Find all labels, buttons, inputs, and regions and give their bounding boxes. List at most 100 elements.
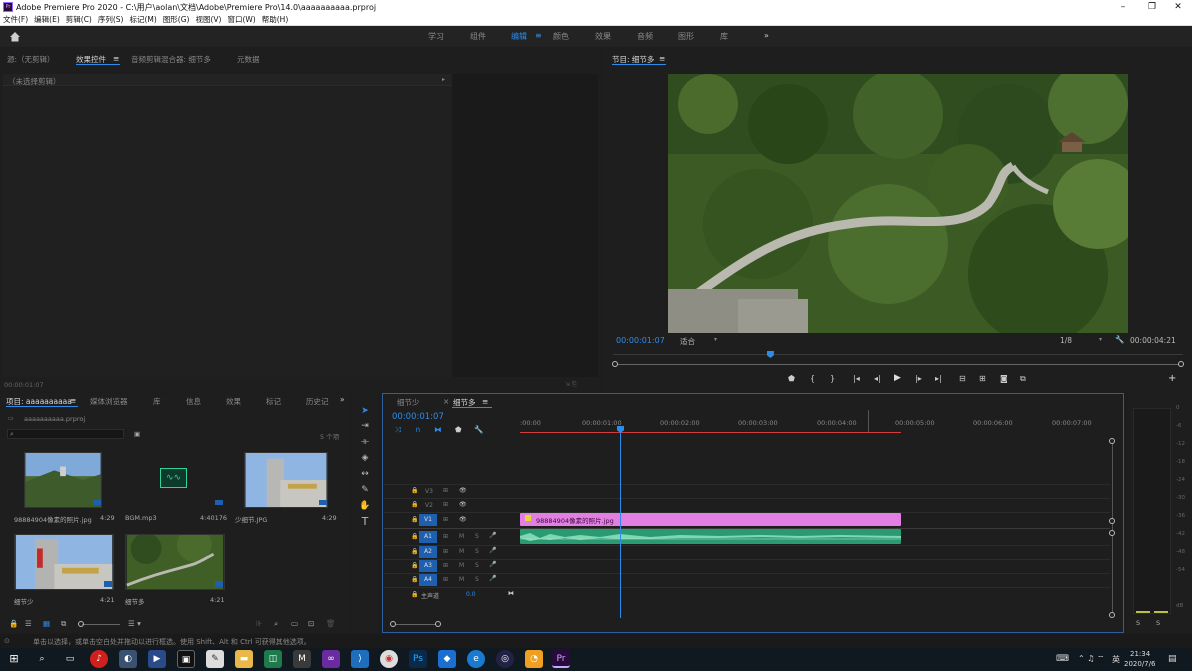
solo-left-button[interactable]: S [1136,619,1140,627]
track-label-a2[interactable]: A2 [419,546,437,558]
video-clip[interactable]: 98884904像素的照片.jpg [520,513,901,526]
eye-icon[interactable]: 👁 [459,516,467,523]
list-view-icon[interactable]: ☰ [25,619,32,628]
timeline-timecode[interactable]: 00:00:01:07 [392,412,444,422]
solo-button[interactable]: S [475,548,479,555]
menu-file[interactable]: 文件(F) [0,14,31,25]
notepad-icon[interactable]: ✎ [206,650,224,668]
linked-selection-icon[interactable]: ⧓ [434,425,442,434]
eye-icon[interactable]: 👁 [459,501,467,508]
add-button-icon[interactable]: + [1168,373,1176,384]
extract-icon[interactable]: ⊞ [979,374,986,383]
eye-icon[interactable]: 👁 [459,487,467,494]
go-to-in-icon[interactable]: |◂ [853,374,860,383]
project-item-name[interactable]: 98884904像素的照片.jpg [14,514,92,524]
sync-lock-icon[interactable]: ⊞ [443,516,448,523]
panel-menu-icon[interactable]: ≡ [70,396,76,405]
menu-marker[interactable]: 标记(M) [126,14,159,25]
terminal-icon[interactable]: ▣ [177,650,195,668]
lock-icon[interactable]: 🔒 [411,548,418,555]
vscode-icon[interactable]: ⟩ [351,650,369,668]
workspace-audio[interactable]: 音频 [637,31,653,42]
camera-icon[interactable]: ◙ [1000,374,1008,383]
sync-lock-icon[interactable]: ⊞ [443,576,448,583]
go-to-out-icon[interactable]: ▸| [935,374,942,383]
lock-icon[interactable]: 🔒 [9,619,18,628]
zoom-handle-right[interactable] [435,621,441,627]
close-icon[interactable]: ✕ [1163,0,1192,14]
chevron-down-icon[interactable]: ▾ [714,336,717,343]
lock-icon[interactable]: 🔒 [411,487,418,494]
sort-icon[interactable]: ☰ ▾ [128,619,141,628]
clear-icon[interactable]: 🗑 [326,619,336,628]
project-item-name[interactable]: 少细节.JPG [235,514,267,524]
solo-button[interactable]: S [475,533,479,540]
menu-clip[interactable]: 剪辑(C) [63,14,95,25]
mark-out-icon[interactable]: } [830,374,835,383]
keyboard-icon[interactable]: ⌨ [1056,654,1069,664]
project-item-name[interactable]: 细节多 [125,596,145,606]
mic-icon[interactable]: 🎤 [489,532,496,539]
scrollbar-handle[interactable] [1109,438,1115,444]
menu-graphics[interactable]: 图形(G) [160,14,193,25]
step-back-icon[interactable]: ◂| [874,374,881,383]
tab-audio-clip-mixer[interactable]: 音频剪辑混合器: 细节多 [131,54,211,65]
zoom-handle-left[interactable] [612,361,618,367]
mic-icon[interactable]: 🎤 [489,575,496,582]
panel-menu-icon[interactable]: ≡ [482,397,488,406]
mark-in-icon[interactable]: { [810,374,815,383]
type-tool-icon[interactable]: T [359,516,371,528]
app-icon[interactable]: ◫ [264,650,282,668]
solo-button[interactable]: S [475,576,479,583]
step-forward-icon[interactable]: |▸ [915,374,922,383]
wrench-icon[interactable]: 🔧 [474,425,483,434]
mute-button[interactable]: M [459,533,464,540]
tab-metadata[interactable]: 元数据 [237,54,260,65]
edge-icon[interactable]: e [467,650,485,668]
tray-icons[interactable]: ⌃ ♫ ⌔ [1078,654,1104,664]
tab-sequence-1[interactable]: 细节少 [397,397,420,408]
razor-tool-icon[interactable]: ◈ [359,452,371,464]
notification-icon[interactable]: ▤ [1168,654,1177,664]
task-view-icon[interactable]: ▭ [61,650,79,668]
scrollbar-handle[interactable] [1109,518,1115,524]
lift-icon[interactable]: ⊟ [959,374,966,383]
tab-history[interactable]: 历史记 [306,396,329,407]
track-label-a3[interactable]: A3 [419,560,437,572]
lock-icon[interactable]: 🔒 [411,501,418,508]
tab-info[interactable]: 信息 [186,396,201,407]
project-item-audio-thumbnail[interactable]: ∿∿ [134,452,212,508]
clock-time[interactable]: 21:34 [1130,650,1150,658]
project-item-thumbnail[interactable] [14,534,114,590]
lock-icon[interactable]: 🔒 [411,533,418,540]
search-input[interactable]: ⌕ [7,429,124,439]
zoom-handle-left[interactable] [390,621,396,627]
workspace-assembly[interactable]: 组件 [470,31,486,42]
slip-tool-icon[interactable]: ↔ [359,468,371,480]
app-icon[interactable]: ◎ [496,650,514,668]
search-icon[interactable]: ⌕ [33,650,51,668]
scrollbar-handle[interactable] [1109,612,1115,618]
project-item-thumbnail[interactable] [244,452,328,508]
vertical-scrollbar[interactable] [1112,441,1113,615]
app-icon[interactable]: M [293,650,311,668]
icon-view-icon[interactable]: ▦ [43,619,50,628]
mute-button[interactable]: M [459,548,464,555]
workspace-graphics[interactable]: 图形 [678,31,694,42]
workspace-menu-icon[interactable]: ≡ [535,31,542,40]
find-icon[interactable]: ⌕ [274,619,278,629]
app-icon[interactable]: ◆ [438,650,456,668]
chrome-icon[interactable]: ◉ [380,650,398,668]
menu-view[interactable]: 视图(V) [192,14,224,25]
panel-menu-icon[interactable]: ≡ [113,54,119,63]
lock-icon[interactable]: 🔒 [411,562,418,569]
workspace-effects[interactable]: 效果 [595,31,611,42]
tab-libraries[interactable]: 库 [153,396,161,407]
minimize-icon[interactable]: – [1108,0,1138,14]
mic-icon[interactable]: 🎤 [489,561,496,568]
tab-markers[interactable]: 标记 [266,396,281,407]
workspace-color[interactable]: 颜色 [553,31,569,42]
file-explorer-icon[interactable]: ▬ [235,650,253,668]
audio-clip[interactable] [520,529,901,544]
play-icon[interactable]: ▶ [894,373,901,383]
